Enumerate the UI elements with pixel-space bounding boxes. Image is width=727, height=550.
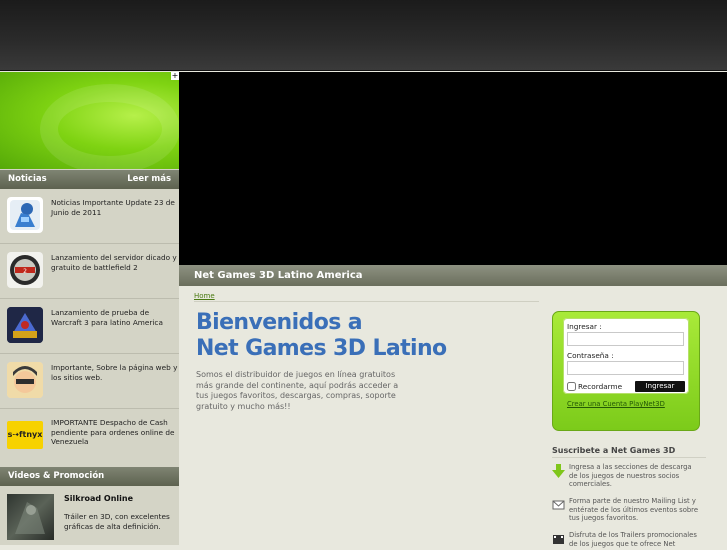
- remember-label: Recordarme: [578, 382, 623, 391]
- videos-header: Videos & Promoción: [0, 467, 179, 486]
- login-button[interactable]: Ingresar: [635, 381, 685, 392]
- news-header: Noticias Leer más: [0, 170, 179, 189]
- expand-plus-icon[interactable]: +: [171, 72, 179, 80]
- download-arrow-icon: [552, 463, 565, 478]
- login-box: Ingresar : Contraseña : Recordarme Ingre…: [552, 311, 700, 431]
- subscribe-item-text: Forma parte de nuestro Mailing List y en…: [569, 497, 698, 523]
- robot-icon: [7, 197, 43, 233]
- softnyx-icon: s⇢ftnyx: [7, 421, 43, 449]
- subscribe-divider: [552, 457, 706, 458]
- main-content: Home Bienvenidos a Net Games 3D Latino S…: [179, 286, 727, 548]
- breadcrumb-home[interactable]: Home: [194, 292, 215, 300]
- video-description: Tráiler en 3D, con excelentes gráficas d…: [64, 512, 170, 531]
- news-item[interactable]: 2 Lanzamiento del servidor dicado y grat…: [0, 244, 179, 299]
- media-area: [179, 72, 727, 265]
- video-thumbnail[interactable]: [7, 494, 54, 540]
- username-label: Ingresar :: [567, 322, 602, 331]
- username-input[interactable]: [567, 332, 684, 346]
- subscribe-item-text: Ingresa a las secciones de descarga de l…: [569, 463, 692, 489]
- news-item-text: Lanzamiento de prueba de Warcraft 3 para…: [51, 308, 163, 327]
- news-item-text: Noticias Importante Update 23 de Junio d…: [51, 198, 175, 217]
- battlefield-icon: 2: [7, 252, 43, 288]
- video-item[interactable]: Silkroad Online Tráiler en 3D, con excel…: [0, 486, 179, 545]
- film-icon: [552, 531, 565, 545]
- news-item-text: Lanzamiento del servidor dicado y gratui…: [51, 253, 177, 272]
- news-item[interactable]: s⇢ftnyx IMPORTANTE Despacho de Cash pend…: [0, 409, 179, 464]
- softnyx-logo-text: s⇢ftnyx: [7, 430, 43, 439]
- subscribe-item-text: Disfruta de los Trailers promocionales d…: [569, 531, 697, 548]
- remember-checkbox[interactable]: [567, 382, 576, 391]
- swirl-decoration: [40, 84, 179, 169]
- password-input[interactable]: [567, 361, 684, 375]
- welcome-heading: Bienvenidos a Net Games 3D Latino: [196, 310, 447, 362]
- read-more-link[interactable]: Leer más: [127, 170, 171, 189]
- create-account-link[interactable]: Crear una Cuenta PlayNet3D: [567, 400, 665, 408]
- news-item[interactable]: Importante, Sobre la página web y los si…: [0, 354, 179, 409]
- news-item[interactable]: Lanzamiento de prueba de Warcraft 3 para…: [0, 299, 179, 354]
- warcraft-icon: [7, 307, 43, 343]
- news-header-title: Noticias: [8, 174, 47, 184]
- subscribe-title: Suscribete a Net Games 3D: [552, 446, 676, 455]
- page-title-bar: Net Games 3D Latino America: [179, 265, 727, 286]
- svg-text:2: 2: [23, 268, 27, 275]
- breadcrumb-divider: [194, 301, 539, 302]
- top-header-bar: [0, 0, 727, 71]
- news-item-text: Importante, Sobre la página web y los si…: [51, 363, 178, 382]
- video-title[interactable]: Silkroad Online: [64, 494, 133, 503]
- left-sidebar: + Noticias Leer más Noticias Importante …: [0, 72, 179, 545]
- green-banner: [0, 72, 179, 169]
- intro-paragraph: Somos el distribuidor de juegos en línea…: [196, 370, 399, 411]
- welcome-line-1: Bienvenidos a: [196, 310, 363, 335]
- character-icon: [7, 362, 43, 398]
- news-item[interactable]: Noticias Importante Update 23 de Junio d…: [0, 189, 179, 244]
- news-item-text: IMPORTANTE Despacho de Cash pendiente pa…: [51, 418, 175, 446]
- mail-icon: [552, 497, 565, 511]
- login-form: Ingresar : Contraseña : Recordarme Ingre…: [563, 318, 689, 394]
- password-label: Contraseña :: [567, 351, 614, 360]
- welcome-line-2: Net Games 3D Latino: [196, 336, 447, 361]
